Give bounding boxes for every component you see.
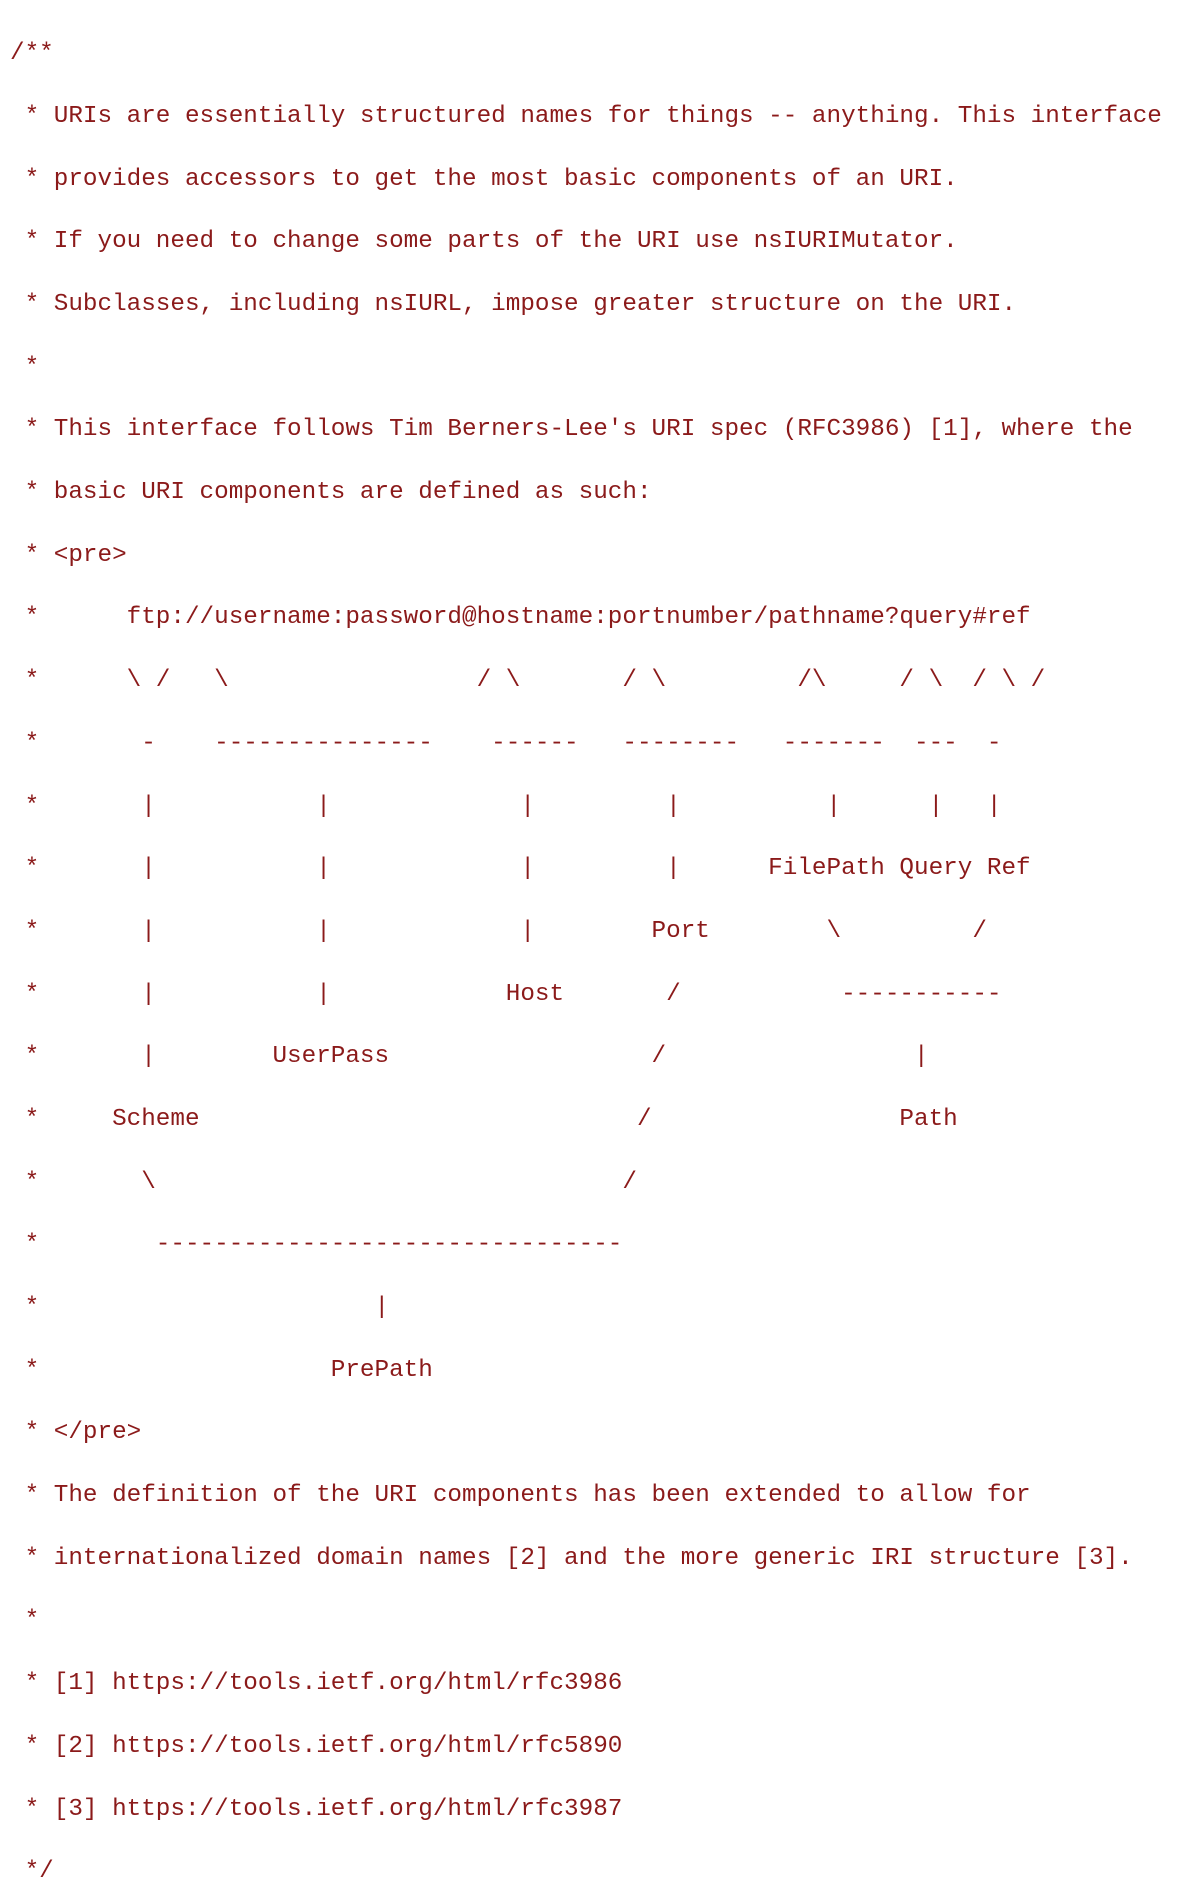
code-line: * [2] https://tools.ietf.org/html/rfc589… <box>10 1732 623 1760</box>
code-line: * The definition of the URI components h… <box>10 1482 1031 1510</box>
code-line: * Scheme / Path <box>10 1105 958 1133</box>
code-line: * | | | | | | | <box>10 792 1002 820</box>
code-line: * \ / <box>10 1168 637 1196</box>
code-line: * <pre> <box>10 541 127 569</box>
code-line: * Subclasses, including nsIURL, impose g… <box>10 291 1017 319</box>
code-line: * provides accessors to get the most bas… <box>10 165 958 193</box>
code-line: * \ / \ / \ / \ /\ / \ / \ / <box>10 667 1046 695</box>
code-line: * <box>10 353 40 381</box>
code-line: * - --------------- ------ -------- ----… <box>10 729 1002 757</box>
code-line: * URIs are essentially structured names … <box>10 102 1162 130</box>
code-line: */ <box>10 1858 54 1886</box>
code-line: * [3] https://tools.ietf.org/html/rfc398… <box>10 1795 623 1823</box>
code-line: * <box>10 1607 40 1635</box>
code-line: * If you need to change some parts of th… <box>10 228 958 256</box>
code-line: * | | Host / ----------- <box>10 980 1002 1008</box>
code-line: * -------------------------------- <box>10 1231 623 1259</box>
code-line: * | <box>10 1294 390 1322</box>
code-line: * </pre> <box>10 1419 142 1447</box>
source-code-comment-block: /** * URIs are essentially structured na… <box>0 24 1184 1885</box>
code-line: * | | | Port \ / <box>10 917 987 945</box>
code-line: * This interface follows Tim Berners-Lee… <box>10 416 1133 444</box>
code-line: * | UserPass / | <box>10 1043 929 1071</box>
code-line: * PrePath <box>10 1356 433 1384</box>
code-line: /** <box>10 40 54 68</box>
code-line: * | | | | FilePath Query Ref <box>10 855 1031 883</box>
code-line: * internationalized domain names [2] and… <box>10 1544 1133 1572</box>
code-line: * basic URI components are defined as su… <box>10 479 652 507</box>
code-line: * ftp://username:password@hostname:portn… <box>10 604 1031 632</box>
code-line: * [1] https://tools.ietf.org/html/rfc398… <box>10 1670 623 1698</box>
